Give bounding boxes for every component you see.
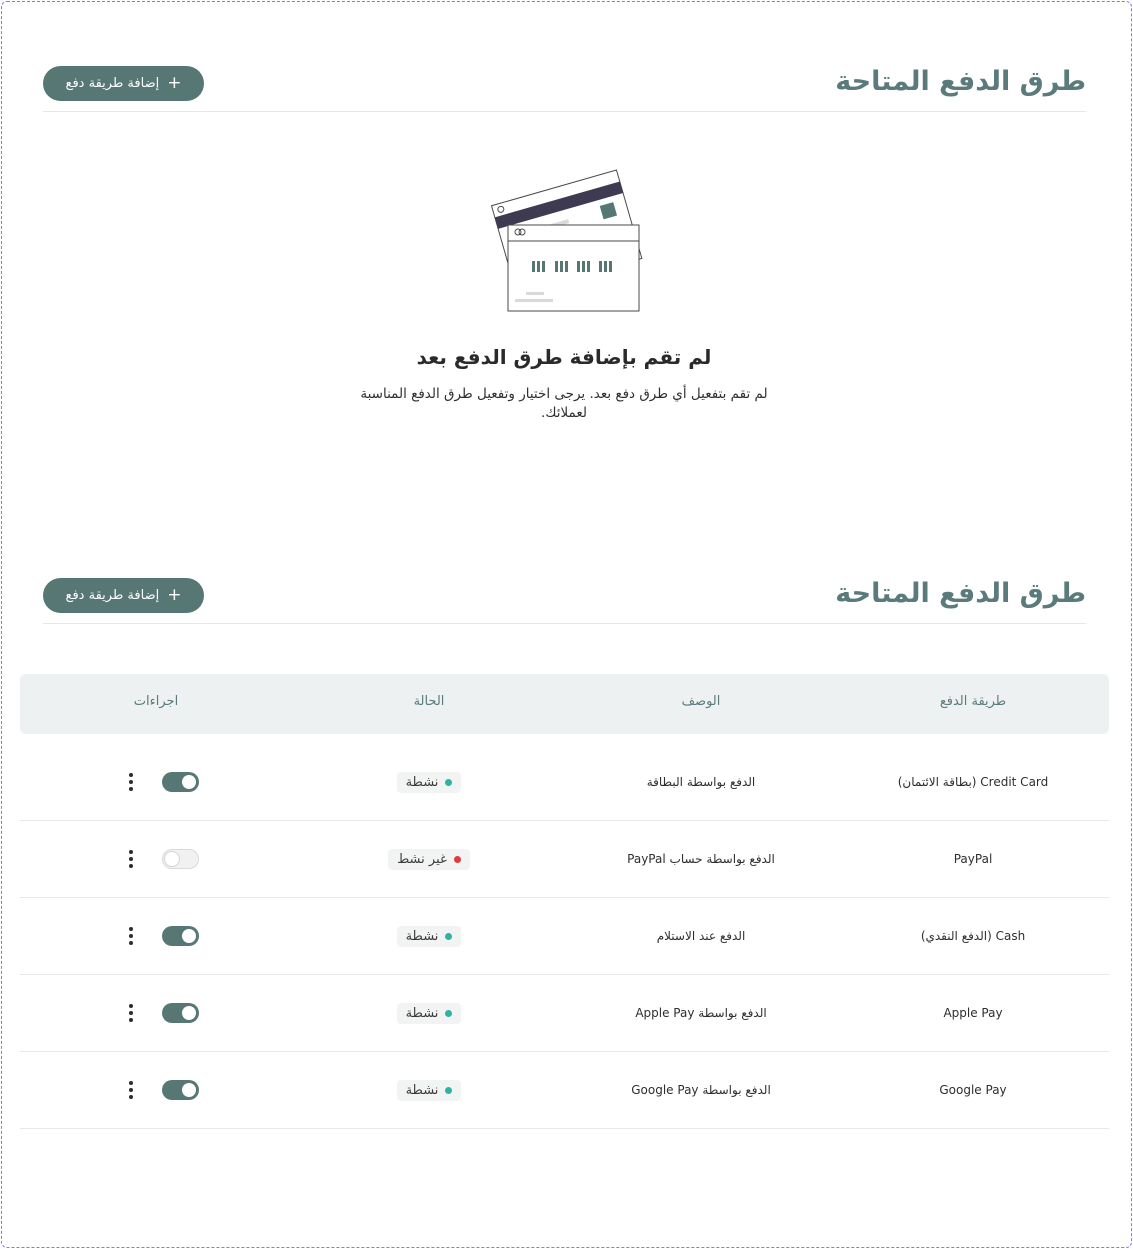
payment-method-description: الدفع بواسطة حساب PayPal — [627, 852, 775, 866]
plus-icon: + — [167, 73, 182, 93]
payment-method-name: Google Pay — [939, 1083, 1007, 1097]
table-row: Google Pay الدفع بواسطة Google Pay نشطة — [20, 1052, 1109, 1129]
status-cell: نشطة — [294, 1052, 564, 1128]
status-toggle[interactable] — [162, 1080, 199, 1100]
status-dot-icon — [453, 855, 461, 863]
status-dot-icon — [445, 1086, 453, 1094]
payment-method-description: الدفع عند الاستلام — [656, 929, 746, 943]
status-toggle[interactable] — [162, 1003, 199, 1023]
column-header-actions: اجراءات — [133, 694, 179, 709]
empty-state-description: لم تقم بتفعيل أي طرق دفع بعد. يرجى اختيا… — [360, 386, 768, 421]
status-toggle[interactable] — [162, 772, 199, 792]
table-row: Apple Pay الدفع بواسطة Apple Pay نشطة — [20, 975, 1109, 1052]
status-dot-icon — [445, 778, 453, 786]
column-header-status: الحالة — [413, 694, 445, 709]
payment-method-description: الدفع بواسطة البطاقة — [646, 775, 756, 789]
payment-method-name: Apple Pay — [943, 1006, 1003, 1020]
status-cell: نشطة — [294, 744, 564, 820]
table-row: PayPal الدفع بواسطة حساب PayPal غير نشط — [20, 821, 1109, 898]
column-header-method: طريقة الدفع — [939, 694, 1007, 709]
kebab-menu-icon[interactable] — [120, 771, 142, 793]
status-dot-icon — [445, 932, 453, 940]
add-payment-method-button[interactable]: + إضافة طريقة دفع — [43, 578, 204, 613]
row-actions — [120, 1052, 199, 1128]
status-label: نشطة — [405, 1082, 439, 1098]
section-title: طرق الدفع المتاحة — [835, 578, 1086, 609]
empty-section-header: طرق الدفع المتاحة + إضافة طريقة دفع — [43, 66, 1086, 112]
row-actions — [120, 898, 199, 974]
status-badge: نشطة — [396, 1079, 462, 1101]
payment-method-description: الدفع بواسطة Google Pay — [631, 1083, 771, 1097]
status-cell: نشطة — [294, 898, 564, 974]
add-button-label: إضافة طريقة دفع — [65, 588, 160, 603]
status-cell: غير نشط — [294, 821, 564, 897]
kebab-menu-icon[interactable] — [120, 848, 142, 870]
status-label: نشطة — [405, 774, 439, 790]
status-toggle[interactable] — [162, 849, 199, 869]
kebab-menu-icon[interactable] — [120, 1002, 142, 1024]
status-badge: نشطة — [396, 1002, 462, 1024]
row-actions — [120, 821, 199, 897]
section-title: طرق الدفع المتاحة — [835, 66, 1086, 97]
table-row: Cash (الدفع النقدي) الدفع عند الاستلام نشط… — [20, 898, 1109, 975]
status-label: نشطة — [405, 928, 439, 944]
table-header: طريقة الدفع الوصف الحالة اجراءات — [20, 674, 1109, 734]
add-payment-method-button[interactable]: + إضافة طريقة دفع — [43, 66, 204, 101]
plus-icon: + — [167, 585, 182, 605]
column-header-description: الوصف — [681, 694, 721, 709]
status-dot-icon — [445, 1009, 453, 1017]
kebab-menu-icon[interactable] — [120, 925, 142, 947]
status-toggle[interactable] — [162, 926, 199, 946]
row-actions — [120, 975, 199, 1051]
empty-state-title: لم تقم بإضافة طرق الدفع بعد — [416, 345, 712, 369]
table-section-header: طرق الدفع المتاحة + إضافة طريقة دفع — [43, 578, 1086, 624]
kebab-menu-icon[interactable] — [120, 1079, 142, 1101]
payment-method-name: PayPal — [953, 852, 993, 866]
payment-method-name: Cash (الدفع النقدي) — [920, 929, 1026, 943]
credit-cards-illustration — [490, 169, 643, 312]
payment-method-name: Credit Card (بطاقة الائتمان) — [897, 775, 1049, 789]
table-row: Credit Card (بطاقة الائتمان) الدفع بواسطة… — [20, 744, 1109, 821]
status-cell: نشطة — [294, 975, 564, 1051]
row-actions — [120, 744, 199, 820]
add-button-label: إضافة طريقة دفع — [65, 76, 160, 91]
status-badge: نشطة — [396, 925, 462, 947]
payment-method-description: الدفع بواسطة Apple Pay — [635, 1006, 767, 1020]
status-label: نشطة — [405, 1005, 439, 1021]
status-badge: غير نشط — [388, 848, 470, 870]
status-label: غير نشط — [397, 851, 447, 867]
status-badge: نشطة — [396, 771, 462, 793]
